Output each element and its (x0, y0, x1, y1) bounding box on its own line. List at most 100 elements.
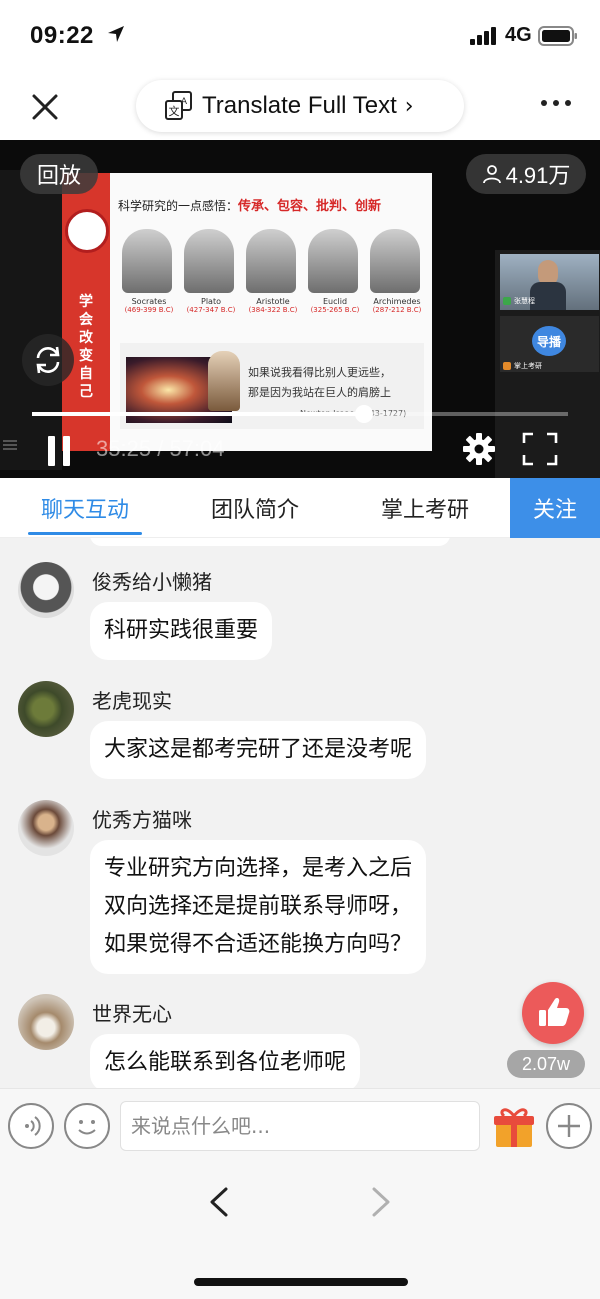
chat-username: 世界无心 (92, 1002, 172, 1026)
status-bar: 09:22 4G (0, 0, 600, 74)
university-logo (65, 209, 109, 253)
like-count: 2.07w (507, 1050, 585, 1078)
more-dots-icon[interactable] (540, 98, 572, 108)
tab-team-intro[interactable]: 团队简介 (198, 478, 312, 538)
slide-headline-prefix: 科学研究的一点感悟： (118, 199, 239, 213)
mic-icon (503, 297, 511, 305)
voice-button[interactable] (8, 1103, 54, 1149)
avatar[interactable] (18, 562, 74, 618)
total-duration: 57:04 (169, 436, 225, 461)
portrait-years: (469-399 B.C) (124, 306, 174, 314)
camera-view-director[interactable]: 导播 掌上考研 (500, 316, 599, 372)
svg-text:文: 文 (169, 104, 180, 118)
portrait-aristotle: Aristotle (384-322 B.C) (246, 229, 300, 314)
smiley-icon (78, 1120, 96, 1135)
chat-username: 老虎现实 (92, 689, 172, 713)
portrait-years: (427-347 B.C) (186, 306, 236, 314)
like-button[interactable] (522, 982, 584, 1044)
voice-icon (25, 1116, 41, 1136)
video-player[interactable]: 学会改变自己 科学研究的一点感悟：传承、包容、批判、创新 Socrates (46… (0, 140, 600, 478)
tab-chat[interactable]: 聊天互动 (28, 478, 142, 538)
pause-icon[interactable] (46, 436, 72, 466)
portrait-euclid: Euclid (325-265 B.C) (308, 229, 362, 314)
progress-bar[interactable] (32, 405, 568, 423)
chat-input-bar: 来说点什么吧... (0, 1088, 600, 1162)
bust-image (246, 229, 296, 293)
close-icon[interactable] (26, 88, 64, 126)
chat-line: 大家这是都考完研了还是没考呢 (104, 737, 413, 762)
presentation-slide: 学会改变自己 科学研究的一点感悟：传承、包容、批判、创新 Socrates (46… (62, 173, 432, 451)
home-indicator (194, 1278, 408, 1286)
bust-image (184, 229, 234, 293)
list-icon[interactable] (3, 438, 17, 452)
portrait-name: Aristotle (256, 297, 290, 306)
forward-arrow-icon[interactable] (366, 1186, 394, 1218)
gift-icon[interactable] (492, 1103, 536, 1149)
portrait-years: (325-265 B.C) (310, 306, 360, 314)
location-arrow-icon (108, 26, 124, 42)
viewer-count-value: 4.91万 (505, 163, 571, 188)
slide-quote-box: 如果说我看得比别人更远些， 那是因为我站在巨人的肩膀上 Newton Isaac… (120, 343, 424, 429)
follow-button[interactable]: 关注 (510, 478, 600, 538)
quote-line: 如果说我看得比别人更远些， (248, 366, 391, 379)
portrait-years: (384-322 B.C) (248, 306, 298, 314)
tab-bar: 聊天互动 团队简介 掌上考研 关注 (0, 478, 600, 538)
fullscreen-icon[interactable] (522, 432, 558, 466)
add-button[interactable] (546, 1103, 592, 1149)
replay-badge: 回放 (20, 154, 98, 194)
chat-list[interactable]: 俊秀给小懒猪 科研实践很重要 老虎现实 大家这是都考完研了还是没考呢 优秀方猫咪… (0, 538, 600, 1088)
director-badge: 导播 (532, 326, 566, 356)
active-tab-indicator (28, 532, 142, 535)
viewer-count: 4.91万 (466, 154, 586, 194)
network-type: 4G (505, 24, 532, 46)
portrait-years: (287-212 B.C) (372, 306, 422, 314)
translate-full-text-button[interactable]: 文 A Translate Full Text › (136, 80, 464, 132)
quote-line: 那是因为我站在巨人的肩膀上 (248, 386, 391, 399)
rotate-screen-button[interactable] (22, 334, 74, 386)
host-body (530, 282, 566, 310)
video-left-margin (0, 170, 62, 470)
slide-headline: 科学研究的一点感悟：传承、包容、批判、创新 (118, 195, 422, 214)
camera-view-host[interactable]: 张慧程 (500, 254, 599, 310)
gear-icon[interactable] (462, 432, 496, 466)
chevron-right-icon: › (404, 93, 414, 119)
portrait-archimedes: Archimedes (287-212 B.C) (370, 229, 424, 314)
chat-username: 俊秀给小懒猪 (92, 570, 212, 594)
newton-portrait (208, 351, 240, 411)
chat-bubble: 大家这是都考完研了还是没考呢 (90, 721, 427, 779)
avatar[interactable] (18, 800, 74, 856)
nav-bar: 文 A Translate Full Text › (0, 74, 600, 140)
bust-image (370, 229, 420, 293)
translate-label: Translate Full Text (202, 92, 397, 119)
chat-line: 双向选择还是提前联系导师呀， (104, 894, 413, 919)
thumbs-up-icon (539, 998, 570, 1026)
portrait-name: Archimedes (373, 297, 421, 306)
elapsed-time: 35:25 (96, 436, 152, 461)
slide-vertical-text: 学会改变自己 (79, 294, 93, 400)
slide-quote: 如果说我看得比别人更远些， 那是因为我站在巨人的肩膀上 (248, 363, 424, 403)
philosopher-portraits: Socrates (469-399 B.C) Plato (427-347 B.C)… (122, 229, 428, 329)
chat-username: 优秀方猫咪 (92, 808, 192, 832)
avatar[interactable] (18, 681, 74, 737)
previous-message-bubble (90, 538, 450, 546)
camera-name: 掌上考研 (514, 362, 542, 370)
tab-zhangshang-kaoyan[interactable]: 掌上考研 (368, 478, 482, 538)
portrait-name: Plato (201, 297, 221, 306)
time-separator: / (157, 436, 164, 461)
chat-line: 专业研究方向选择，是考入之后 (104, 856, 413, 881)
svg-text:A: A (181, 97, 188, 107)
signal-bars-icon (470, 27, 496, 45)
portrait-socrates: Socrates (469-399 B.C) (122, 229, 176, 314)
portrait-plato: Plato (427-347 B.C) (184, 229, 238, 314)
portrait-name: Socrates (131, 297, 167, 306)
playback-time: 35:25 / 57:04 (96, 436, 225, 462)
chat-line: 科研实践很重要 (104, 618, 259, 643)
chat-input[interactable]: 来说点什么吧... (120, 1101, 480, 1151)
back-arrow-icon[interactable] (206, 1186, 234, 1218)
rotate-icon (36, 346, 60, 374)
bust-image (308, 229, 358, 293)
avatar[interactable] (18, 994, 74, 1050)
user-icon (503, 362, 511, 370)
emoji-button[interactable] (64, 1103, 110, 1149)
chat-line: 怎么能联系到各位老师呢 (104, 1050, 347, 1075)
